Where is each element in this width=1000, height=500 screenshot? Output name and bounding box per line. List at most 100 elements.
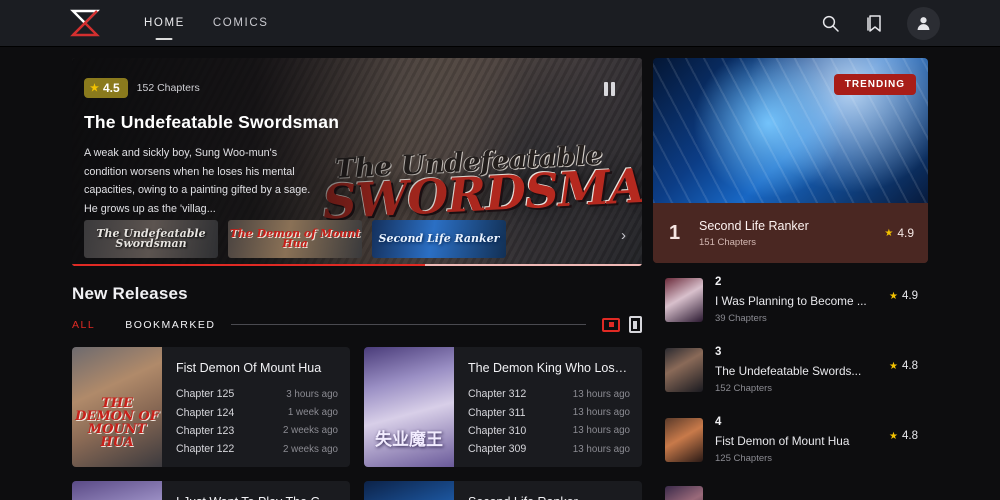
nav-item-home-label: HOME [144,17,185,29]
release-body: The Demon King Who Lost His Jo... Chapte… [454,347,642,467]
chapter-row[interactable]: Chapter 310 13 hours ago [468,422,630,440]
trending-item-title: The Undefeatable Swords... [715,364,862,378]
bookmark-icon[interactable] [863,12,885,34]
chapter-time: 2 weeks ago [282,425,338,437]
trending-featured-rating-value: 4.9 [897,226,914,240]
trending-item-rank: 4 [715,416,722,428]
chapter-name: Chapter 309 [468,443,527,456]
trending-item-rating: ★ 4.8 [889,360,918,372]
release-title: The Demon King Who Lost His Jo... [468,361,630,375]
release-cover-caption: THE DEMON OF MOUNT HUA [75,396,159,450]
trending-item-cover [665,418,703,462]
release-card[interactable]: 失业魔王 The Demon King Who Lost His Jo... C… [364,347,642,467]
hero-thumb-1-label: The Undefeatable Swordsman [96,226,206,250]
release-body: I Just Want To Play The Game C... [162,481,350,500]
search-icon[interactable] [819,12,841,34]
release-cover [72,481,162,500]
chapter-name: Chapter 311 [468,406,526,419]
hero-rating-row: ★ 4.5 152 Chapters [84,78,374,98]
nav-item-comics[interactable]: COMICS [199,13,283,33]
trending-featured-chapters: 151 Chapters [699,236,757,248]
hero-thumbnail-strip: The Undefeatable Swordsman The Demon of … [84,220,506,258]
chapter-name: Chapter 312 [468,388,527,401]
new-releases-tabs: ALL BOOKMARKED [72,316,642,333]
new-releases-heading: New Releases [72,284,188,303]
pause-bar-right [610,82,615,96]
release-card[interactable]: THE DEMON OF MOUNT HUA Fist Demon Of Mou… [72,347,350,467]
chapter-time: 1 week ago [287,407,338,419]
site-logo[interactable] [62,6,108,40]
chapter-time: 13 hours ago [572,388,630,400]
app-root: HOME COMICS ★ 4.5 152 Chapters The Undef… [0,0,1000,500]
list-view-icon[interactable] [629,316,642,333]
tab-all[interactable]: ALL [72,317,95,333]
trending-list-item[interactable]: 3 The Undefeatable Swords... 152 Chapter… [653,335,928,405]
chapter-row[interactable]: Chapter 125 3 hours ago [176,385,338,403]
trending-item-rank: 2 [715,276,722,288]
release-title: I Just Want To Play The Game C... [176,495,338,500]
header-actions [819,6,940,40]
release-cover: 失业魔王 [364,347,454,467]
release-cover: THE DEMON OF MOUNT HUA [72,347,162,467]
hero-thumb-2[interactable]: The Demon of Mount Hua [228,220,362,258]
star-icon: ★ [90,82,99,94]
trending-item-chapters: 39 Chapters [715,313,767,324]
hero-thumb-1[interactable]: The Undefeatable Swordsman [84,220,218,258]
chapter-name: Chapter 123 [176,424,235,437]
grid-view-dot [608,322,614,327]
trending-item-cover [665,348,703,392]
hero-carousel[interactable]: The UndefeatableSWORDSMAN ★ 4.5 152 Chap… [72,58,642,266]
release-cover-caption: 失业魔王 [375,430,443,450]
trending-item-rank: 3 [715,346,722,358]
trending-item-title: Fist Demon of Mount Hua [715,434,850,448]
nav-item-comics-label: COMICS [212,17,269,29]
trending-list-item[interactable]: 4 Fist Demon of Mount Hua 125 Chapters ★… [653,405,928,475]
chapter-row[interactable]: Chapter 124 1 week ago [176,403,338,421]
chapter-row[interactable]: Chapter 122 2 weeks ago [176,440,338,458]
trending-featured-card[interactable]: TRENDING 1 Second Life Ranker 151 Chapte… [653,58,928,263]
trending-list: 2 I Was Planning to Become ... 39 Chapte… [653,265,928,500]
chapter-row[interactable]: Chapter 309 13 hours ago [468,440,630,458]
release-card[interactable]: I Just Want To Play The Game C... [72,481,350,500]
trending-item-chapters: 125 Chapters [715,453,773,464]
chapter-name: Chapter 125 [176,388,235,401]
trending-featured-meta: 1 Second Life Ranker 151 Chapters ★ 4.9 [653,203,928,263]
release-card[interactable]: Second Life Ranker [364,481,642,500]
view-toggle-group [602,316,642,333]
nav-item-home[interactable]: HOME [130,13,199,40]
release-title: Fist Demon Of Mount Hua [176,361,322,375]
main-nav: HOME COMICS [130,13,283,40]
chapter-row[interactable]: Chapter 311 13 hours ago [468,403,630,421]
hero-thumb-3[interactable]: Second Life Ranker [372,220,506,258]
star-icon: ★ [884,227,894,239]
account-avatar[interactable] [907,6,940,40]
trending-item-rating-value: 4.9 [902,290,918,302]
hero-title: The Undefeatable Swordsman [84,112,340,132]
tabs-divider [231,324,586,325]
chevron-right-icon[interactable]: › [621,228,626,243]
trending-item-chapters: 152 Chapters [715,383,773,394]
trending-featured-title: Second Life Ranker [699,218,809,233]
trending-badge: TRENDING [833,74,916,95]
page-content: The UndefeatableSWORDSMAN ★ 4.5 152 Chap… [0,47,1000,500]
release-title: Second Life Ranker [468,495,630,500]
trending-item-rating: ★ 4.8 [889,430,918,442]
chapter-row[interactable]: Chapter 312 13 hours ago [468,385,630,403]
person-avatar-icon [917,16,930,30]
grid-view-icon[interactable] [602,317,620,332]
hero-rating-value: 4.5 [102,81,120,95]
star-icon: ★ [889,360,898,372]
new-releases-grid: THE DEMON OF MOUNT HUA Fist Demon Of Mou… [72,347,642,500]
carousel-pause-button[interactable] [600,80,618,98]
top-header: HOME COMICS [0,0,1000,47]
trending-list-item[interactable]: 2 I Was Planning to Become ... 39 Chapte… [653,265,928,335]
release-body: Second Life Ranker [454,481,642,500]
chapter-row[interactable]: Chapter 123 2 weeks ago [176,422,338,440]
chapter-name: Chapter 122 [176,443,235,456]
trending-item-rating-value: 4.8 [902,430,918,442]
chapter-name: Chapter 124 [176,406,235,419]
hero-rating-badge: ★ 4.5 [84,78,128,98]
tab-bookmarked[interactable]: BOOKMARKED [125,317,215,333]
trending-list-item[interactable]: 5 [653,475,928,500]
star-icon: ★ [889,290,898,302]
